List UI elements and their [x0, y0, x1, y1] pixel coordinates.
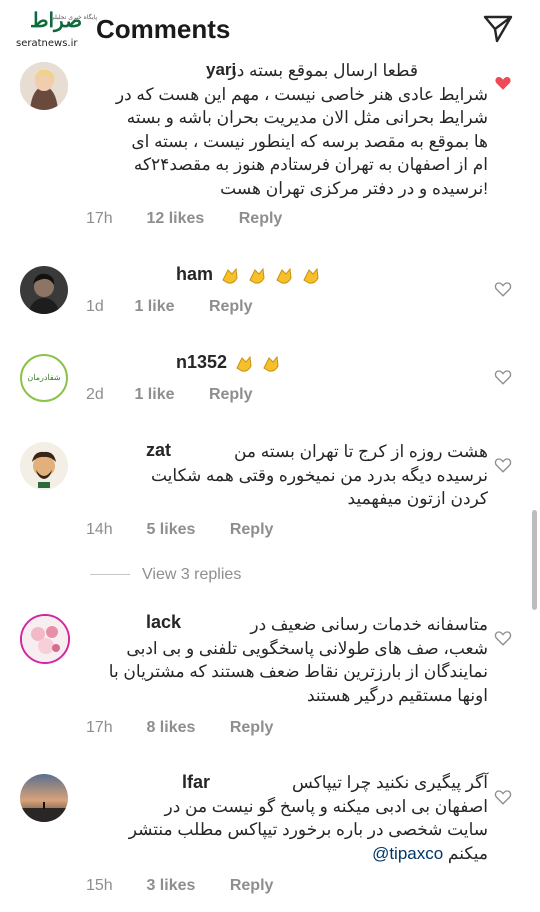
comment-likes[interactable]: 1 like [134, 386, 174, 404]
avatar[interactable] [20, 614, 70, 664]
comment-username[interactable]: ham [176, 264, 321, 285]
comment-text: هشت روزه از کرج تا تهران بسته من نرسیده … [151, 440, 488, 511]
scrollbar[interactable] [532, 510, 537, 610]
reply-button[interactable]: Reply [209, 298, 253, 316]
clapping-hands-icon [222, 267, 238, 284]
comment-text-fragment: میکنم [447, 843, 488, 863]
comment-likes[interactable]: 8 likes [146, 719, 195, 737]
watermark-subtitle: پایگاه خبری تحلیلی [50, 14, 98, 21]
avatar-image [20, 774, 68, 822]
avatar[interactable] [20, 62, 68, 110]
heart-icon[interactable] [494, 456, 512, 474]
comment-text-line: قطعا ارسال بموقع بسته در [228, 61, 419, 80]
comment-text-line: شعب، صف های طولانی پاسخگویی تلفنی و بی ا… [126, 638, 488, 658]
comment-time: 1d [86, 298, 104, 315]
comment-text: آگر پیگیری نکنید چرا تیپاکس اصفهان بی اد… [129, 771, 488, 865]
comment-text-line: @tipaxco میکنم [129, 842, 488, 866]
comment-text-line: ام از اصفهان به تهران فرستادم هنوز به مق… [133, 155, 488, 174]
clapping-hands-icon [303, 267, 319, 284]
avatar-text: شفادرمان [27, 373, 61, 382]
comment-text-line: نمایندگان از بارزترین نقاط ضعف هستند که … [108, 662, 488, 681]
comment-meta: 14h 5 likes Reply [86, 521, 273, 539]
comment-text-line: هشت روزه از کرج تا تهران بسته من [233, 442, 488, 461]
comment-text-line: نرسیده دیگه بدرد من نمیخوره وقتی همه شکا… [150, 465, 488, 485]
reply-button[interactable]: Reply [230, 521, 274, 539]
comment-time: 15h [86, 877, 113, 894]
comment-text-line: !نرسیده و در دفتر مرکزی تهران هست [220, 178, 488, 198]
comment-meta: 17h 8 likes Reply [86, 719, 273, 737]
comment-text-line: اصفهان بی ادبی میکنه و پاسخ گو نیست من د… [164, 796, 489, 816]
comment-text: متاسفانه خدمات رسانی ضعیف در شعب، صف های… [109, 613, 488, 707]
reply-button[interactable]: Reply [209, 386, 253, 404]
comment-text-line: ها بموقع به مقصد برسه که اینطور نیست ، ب… [131, 131, 488, 151]
avatar[interactable] [20, 442, 68, 490]
avatar-image [20, 442, 68, 490]
page-title: Comments [96, 14, 231, 44]
comment-meta: 15h 3 likes Reply [86, 877, 273, 895]
avatar-image [22, 616, 68, 662]
username-text: ham [176, 264, 214, 284]
comment-username[interactable]: n1352 [176, 352, 281, 373]
comment-likes[interactable]: 5 likes [146, 521, 195, 539]
username-text: n1352 [176, 352, 228, 372]
comment-text-line: اونها مستقیم درگیر هستند [307, 685, 488, 705]
avatar-image [20, 266, 68, 314]
comment-time: 17h [86, 719, 113, 736]
watermark: صراط پایگاه خبری تحلیلی seratnews.ir [10, 6, 106, 50]
heart-icon[interactable] [494, 629, 512, 647]
heart-icon[interactable] [494, 788, 512, 806]
comment-likes[interactable]: 1 like [134, 298, 174, 316]
reply-button[interactable]: Reply [230, 877, 274, 895]
mention-link[interactable]: @tipaxco [372, 844, 443, 863]
clapping-hands-icon [263, 355, 279, 372]
avatar[interactable] [20, 774, 68, 822]
header-bar: صراط پایگاه خبری تحلیلی seratnews.ir Com… [0, 0, 540, 58]
comment-text-line: سایت شخصی در باره برخورد تیپاکس مطلب منت… [128, 820, 488, 839]
comment-text-line: کردن ازتون میفهمید [347, 489, 488, 508]
clapping-hands-icon [249, 267, 265, 284]
comment-likes[interactable]: 12 likes [146, 210, 204, 228]
clapping-hands-icon [276, 267, 292, 284]
avatar[interactable]: شفادرمان [20, 354, 68, 402]
comment-likes[interactable]: 3 likes [146, 877, 195, 895]
comment-text-line: شرایط عادی هنر خاصی نیست ، مهم این هست ک… [115, 84, 488, 104]
comment-meta: 2d 1 like Reply [86, 386, 253, 404]
divider [90, 574, 130, 576]
comment-meta: 1d 1 like Reply [86, 298, 253, 316]
reply-button[interactable]: Reply [239, 210, 283, 228]
comment-text: قطعا ارسال بموقع بسته در شرایط عادی هنر … [116, 59, 488, 200]
avatar-image [20, 62, 68, 110]
view-replies-label: View 3 replies [142, 566, 242, 583]
send-icon[interactable] [482, 14, 514, 44]
watermark-url: seratnews.ir [16, 38, 78, 49]
view-replies-button[interactable]: View 3 replies [90, 566, 241, 584]
comment-time: 14h [86, 521, 113, 538]
comment-text-line: آگر پیگیری نکنید چرا تیپاکس [291, 773, 488, 792]
heart-icon-liked[interactable] [494, 74, 512, 92]
comment-text-line: متاسفانه خدمات رسانی ضعیف در [250, 615, 488, 634]
comment-time: 2d [86, 386, 104, 403]
heart-icon[interactable] [494, 280, 512, 298]
comment-meta: 17h 12 likes Reply [86, 210, 282, 228]
reply-button[interactable]: Reply [230, 719, 274, 737]
clapping-hands-icon [236, 355, 252, 372]
comment-time: 17h [86, 210, 113, 227]
heart-icon[interactable] [494, 368, 512, 386]
comment-text-line: شرایط بحرانی مثل الان مدیریت بحران باشه … [126, 108, 488, 127]
avatar[interactable] [20, 266, 68, 314]
